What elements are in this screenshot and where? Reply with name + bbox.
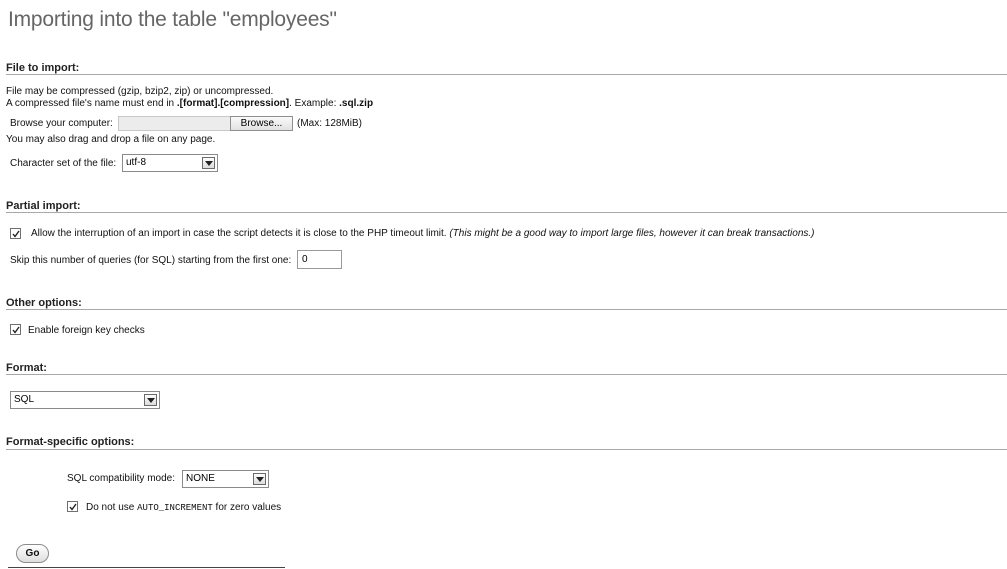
- section-divider: [6, 449, 1007, 450]
- foreign-key-checkbox[interactable]: [10, 324, 21, 335]
- section-divider: [6, 212, 1007, 213]
- footer-divider: [8, 567, 285, 568]
- section-title-partial: Partial import:: [6, 200, 81, 212]
- charset-select[interactable]: utf-8: [122, 154, 218, 172]
- foreign-key-label: Enable foreign key checks: [28, 325, 145, 336]
- import-page: Importing into the table "employees" Fil…: [0, 0, 1007, 569]
- drag-drop-note: You may also drag and drop a file on any…: [6, 134, 216, 145]
- charset-label: Character set of the file:: [10, 158, 117, 169]
- chevron-down-icon: [253, 473, 266, 485]
- compression-note: File may be compressed (gzip, bzip2, zip…: [6, 86, 274, 97]
- compat-mode-select[interactable]: NONE: [182, 470, 269, 488]
- browse-button[interactable]: Browse...: [230, 116, 293, 131]
- checkmark-icon: [69, 503, 77, 511]
- browse-label: Browse your computer:: [10, 118, 113, 129]
- format-select-value: SQL: [14, 394, 35, 405]
- compat-mode-value: NONE: [186, 473, 215, 484]
- filename-rule-note: A compressed file's name must end in .[f…: [6, 98, 374, 109]
- auto-increment-checkbox[interactable]: [67, 501, 78, 512]
- section-title-format: Format:: [6, 362, 47, 374]
- compat-mode-label: SQL compatibility mode:: [67, 473, 176, 484]
- checkmark-icon: [12, 230, 20, 238]
- allow-interrupt-checkbox[interactable]: [10, 228, 21, 239]
- file-path-field[interactable]: [118, 116, 231, 131]
- format-select[interactable]: SQL: [10, 391, 160, 409]
- allow-interrupt-label: Allow the interruption of an import in c…: [31, 228, 815, 239]
- section-divider: [6, 74, 1007, 75]
- section-title-format-specific: Format-specific options:: [6, 436, 135, 448]
- chevron-down-icon: [202, 157, 215, 169]
- page-title: Importing into the table "employees": [8, 8, 337, 31]
- auto-increment-label: Do not use AUTO_INCREMENT for zero value…: [86, 502, 282, 513]
- skip-queries-input[interactable]: 0: [297, 250, 342, 269]
- skip-queries-label: Skip this number of queries (for SQL) st…: [10, 255, 292, 266]
- chevron-down-icon: [144, 394, 157, 406]
- section-title-other: Other options:: [6, 297, 82, 309]
- go-button[interactable]: Go: [16, 544, 49, 563]
- charset-select-value: utf-8: [126, 157, 147, 168]
- section-title-file: File to import:: [6, 62, 80, 74]
- max-size-note: (Max: 128MiB): [297, 118, 363, 129]
- section-divider: [6, 374, 1007, 375]
- checkmark-icon: [12, 326, 20, 334]
- section-divider: [6, 309, 1007, 310]
